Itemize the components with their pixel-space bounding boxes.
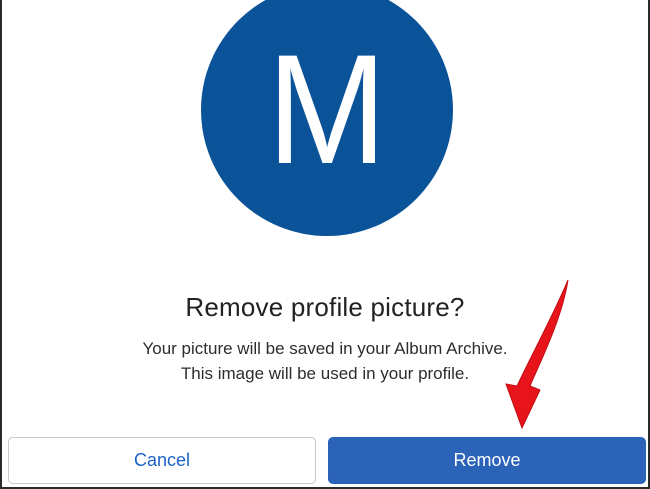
remove-button[interactable]: Remove [328,437,646,484]
avatar-initial: M [267,23,387,197]
cancel-button[interactable]: Cancel [8,437,316,484]
profile-avatar: M [201,0,453,236]
remove-profile-picture-dialog: M Remove profile picture? Your picture w… [0,0,650,489]
red-pointer-arrow-icon [505,279,569,430]
